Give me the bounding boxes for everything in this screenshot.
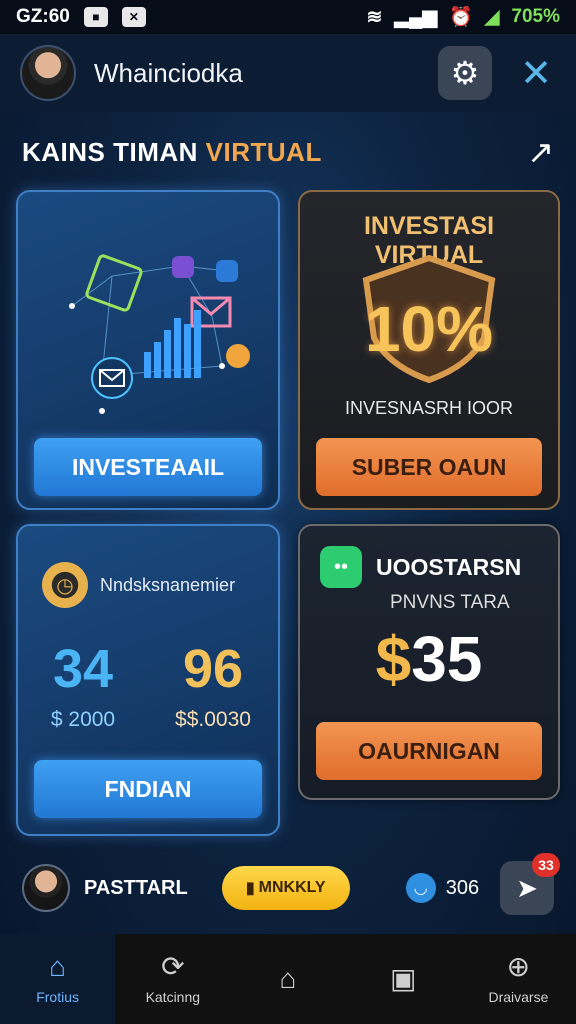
nav-item-search[interactable]: ⊕ Draivarse (461, 934, 576, 1024)
user-name: Whainciodka (94, 57, 243, 88)
home-icon: ⌂ (49, 951, 67, 982)
coin-value: 306 (445, 876, 480, 899)
subscribe-button[interactable]: SUBER OAUN (316, 438, 542, 496)
virtual-investment-card: INVESTASI VIRTUAL 10% INVESNASRH IOOR SU… (298, 190, 560, 510)
status-time: GZ:60 (16, 6, 70, 27)
nav-label: Frotius (36, 989, 79, 1005)
find-button[interactable]: FNDIAN (34, 760, 262, 818)
coin-icon: ◡ (405, 873, 436, 903)
left-stat-value: 34 (52, 639, 114, 699)
price-currency: $ (375, 623, 412, 695)
battery-percent: 705% (511, 6, 560, 27)
camera-notification-icon: ■ (83, 7, 108, 27)
invest-button[interactable]: INVESTEAAIL (34, 438, 262, 496)
percent-value: 10% (364, 293, 494, 365)
info-icon: ▣ (389, 963, 417, 994)
profile-row: PASTTARL ▮ MNKKLY ◡ 306 ➤ 33 (22, 853, 560, 920)
nav-label: Katcinng (145, 989, 201, 1005)
price-value: $35 (300, 622, 558, 696)
price-card-subtitle: PNVNS TARA (390, 592, 510, 613)
nav-item-house[interactable]: ⌂ (230, 934, 345, 1024)
nav-item-refresh[interactable]: ⟳ Katcinng (115, 934, 230, 1024)
right-stat-value: 96 (182, 639, 244, 699)
avatar[interactable] (20, 45, 76, 101)
right-stat-figure: $.0030 (186, 708, 251, 731)
chat-icon: •• (320, 546, 362, 588)
stats-card: ◷ Nndsksnanemier 34 $ 2000 96 $$.0030 FN… (16, 524, 280, 836)
arrow-icon[interactable]: ↗ (527, 133, 554, 171)
house-outline-icon: ⌂ (279, 963, 297, 994)
battery-icon: ◢ (484, 6, 500, 28)
right-stat-amount: $$.0030 (148, 708, 278, 732)
left-stat-amount: $ 2000 (50, 708, 116, 731)
refresh-icon: ⟳ (161, 951, 185, 982)
wifi-icon: ≋ (366, 6, 383, 28)
settings-button[interactable]: ⚙ (438, 46, 492, 100)
send-icon: ➤ (516, 872, 538, 903)
network-card: INVESTEAAIL (16, 190, 280, 510)
ticket-icon: ▮ (245, 880, 255, 897)
app-notification-icon: ✕ (121, 7, 146, 27)
search-icon: ⊕ (506, 951, 531, 982)
section-header: KAINS TIMAN VIRTUAL ↗ (22, 132, 554, 172)
bottom-nav: ⌂ Frotius ⟳ Katcinng ⌂ ▣ ⊕ Draivarse (0, 934, 576, 1024)
nav-item-home[interactable]: ⌂ Frotius (0, 934, 116, 1024)
earn-button[interactable]: OAURNIGAN (316, 722, 542, 780)
price-card: •• UOOSTARSN PNVNS TARA $35 OAURNIGAN (298, 524, 560, 800)
price-card-title: UOOSTARSN (376, 553, 522, 580)
settings-icon: ⚙ (450, 55, 480, 91)
alarm-icon: ⏰ (449, 7, 473, 28)
weekly-pill-button[interactable]: ▮ MNKKLY (221, 866, 350, 910)
price-amount: 35 (411, 623, 483, 695)
close-button[interactable]: ✕ (516, 51, 556, 96)
gear-icon: ◷ (42, 562, 88, 608)
section-title: KAINS TIMAN VIRTUAL (22, 136, 322, 167)
notification-badge: 33 (532, 853, 560, 877)
nav-label: Draivarse (488, 989, 549, 1005)
app-header: Whainciodka ⚙ ✕ (0, 34, 576, 112)
card-subtitle: INVESNASRH IOOR (344, 398, 514, 418)
nav-item-info[interactable]: ▣ (346, 934, 461, 1024)
network-illustration (69, 254, 250, 414)
stats-label: Nndsksnanemier (100, 574, 236, 595)
signal-icon: ▂▄▆ (394, 6, 438, 28)
close-icon: ✕ (520, 52, 552, 95)
avatar[interactable] (22, 864, 70, 912)
pill-label: MNKKLY (258, 879, 326, 896)
send-button[interactable]: ➤ 33 (500, 853, 560, 915)
profile-name: PASTTARL (84, 876, 188, 899)
right-stat-currency: $ (175, 708, 187, 731)
status-bar: GZ:60 ■ ✕ ≋ ▂▄▆ ⏰ ◢ 705% (0, 0, 576, 34)
